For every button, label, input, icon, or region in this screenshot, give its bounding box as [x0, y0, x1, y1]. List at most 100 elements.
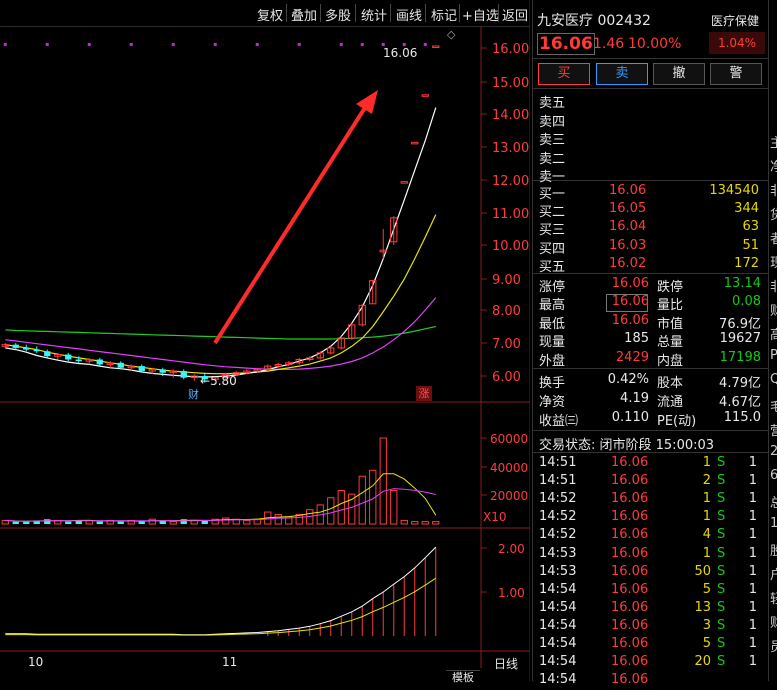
edge-char: 现 [770, 252, 777, 271]
candle-body [138, 366, 145, 372]
stat-row: 外盘 2429 内盘 17198 [539, 349, 761, 369]
zhang-marker[interactable]: 涨 [416, 386, 432, 401]
volume-bar [379, 437, 387, 525]
indicator-line [5, 546, 437, 636]
edge-char: 2 [770, 444, 777, 459]
signal-dot [129, 43, 133, 46]
price-tick-label: 14.00 [492, 108, 529, 123]
highlight-box [606, 294, 648, 312]
price-tick-label: 6.00 [492, 370, 521, 385]
divider [533, 88, 769, 89]
candle-body [421, 94, 429, 97]
date-label: 11 [222, 655, 238, 669]
signal-dot [297, 43, 301, 46]
edge-char: 净 [770, 156, 777, 175]
volume-bar [44, 519, 51, 524]
volume-bar [222, 517, 230, 525]
candle-body [159, 369, 166, 373]
edge-char: 非 [770, 180, 777, 199]
divider [533, 452, 769, 453]
divider [533, 368, 769, 369]
edge-char: 毛 [770, 396, 777, 415]
volume-bar [421, 521, 429, 525]
alert-button[interactable]: 警 [710, 63, 762, 85]
volume-bar [96, 521, 103, 524]
candle-body [117, 362, 124, 368]
tick-row: 14:51 16.06 1 S 1 [539, 455, 757, 470]
volume-bar [327, 497, 335, 525]
price-tick-label: 9.00 [492, 273, 521, 288]
volume-bar [138, 521, 145, 524]
divider [533, 430, 769, 431]
volume-bar [12, 521, 19, 524]
volume-ma-line [5, 473, 437, 522]
tick-row: 14:52 16.06 1 S 1 [539, 509, 757, 525]
cai-marker[interactable]: 财 [188, 386, 199, 402]
tick-row: 14:54 16.06 5 S 1 [539, 636, 757, 651]
template-tab[interactable]: 模板 [446, 670, 480, 684]
edge-char: 轻 [770, 588, 777, 607]
tick-row: 14:54 16.06 5 S 1 [539, 581, 757, 597]
cancel-order-button[interactable]: 撤 [653, 63, 705, 85]
candle-body [75, 359, 82, 362]
price-tick-label: 15.00 [492, 76, 529, 91]
f10-edge-panel: 主净非货者现非财高PQ毛营26总1股户轻财员 [768, 0, 777, 681]
sell-level-row: 卖三 [539, 133, 566, 148]
volume-bars [1, 437, 440, 525]
signal-dot [423, 43, 427, 46]
edge-char: 6 [770, 468, 777, 483]
signal-dot [3, 43, 7, 46]
candle-body [96, 359, 103, 365]
volume-bar [358, 475, 366, 525]
buy-level-row: 买四 16.03 51 [539, 237, 759, 257]
volume-tick-label: 20000 [490, 489, 528, 503]
price-change-pct: 10.00% [628, 36, 682, 52]
price-tick-label: 7.00 [492, 337, 521, 352]
buy-level-row: 买三 16.04 63 [539, 219, 759, 239]
buy-level-row: 买五 16.02 172 [539, 255, 759, 275]
volume-ma-line [5, 488, 436, 522]
current-price: 16.06 [537, 33, 595, 55]
edge-char: 者 [770, 228, 777, 247]
candle-body [12, 344, 19, 348]
candle-body [33, 349, 40, 352]
edge-char: Q [770, 372, 777, 387]
price-change: 1.46 [593, 36, 625, 52]
sell-button[interactable]: 卖 [596, 63, 648, 85]
period-selector[interactable]: 日线 [494, 655, 518, 672]
volume-bar [337, 490, 345, 525]
volume-bar [432, 521, 440, 525]
diamond-icon: ◇ [447, 28, 456, 41]
edge-char: 货 [770, 204, 777, 223]
edge-char: 财 [770, 300, 777, 319]
tick-row: 14:54 16.06 20 S 1 [539, 654, 757, 670]
edge-char: 非 [770, 276, 777, 295]
stat-row: 最低 16.06 市值 76.9亿 [539, 312, 761, 332]
sell-level-row: 卖一 [539, 170, 566, 185]
indicator-line-2 [5, 577, 437, 636]
price-tick-label: 12.00 [492, 174, 529, 189]
sector-change-badge: 1.04% [709, 32, 765, 54]
indicator-lines [5, 546, 437, 636]
edge-char: 总 [770, 492, 777, 511]
candle-body [411, 141, 419, 145]
stock-name-code: 九安医疗 002432 [537, 13, 651, 29]
tick-row: 14:53 16.06 50 S 1 [539, 563, 757, 579]
ma10-line [5, 214, 437, 375]
signal-dot [213, 43, 217, 46]
sector-name[interactable]: 医疗保健 [711, 12, 759, 29]
divider [533, 58, 769, 59]
price-tick-label: 8.00 [492, 304, 521, 319]
buy-level-row: 买二 16.05 344 [539, 201, 759, 221]
edge-char: 户 [770, 564, 777, 583]
volume-bar [274, 513, 282, 525]
candle-body [65, 354, 72, 360]
tick-row: 14:54 16.06 3 S 1 [539, 617, 757, 633]
edge-char: P [770, 348, 777, 363]
trend-arrow-shaft [213, 101, 370, 345]
buy-button[interactable]: 买 [538, 63, 590, 85]
kline-chart-area[interactable]: 复权 叠加 多股 统计 画线 标记 +自选 返回 16.00 15.00 14.00… [0, 0, 530, 684]
tick-row: 14:54 16.06 13 S 1 [539, 599, 757, 615]
stat-row: 现量 185 总量 19627 [539, 331, 761, 351]
edge-char: 营 [770, 420, 777, 439]
